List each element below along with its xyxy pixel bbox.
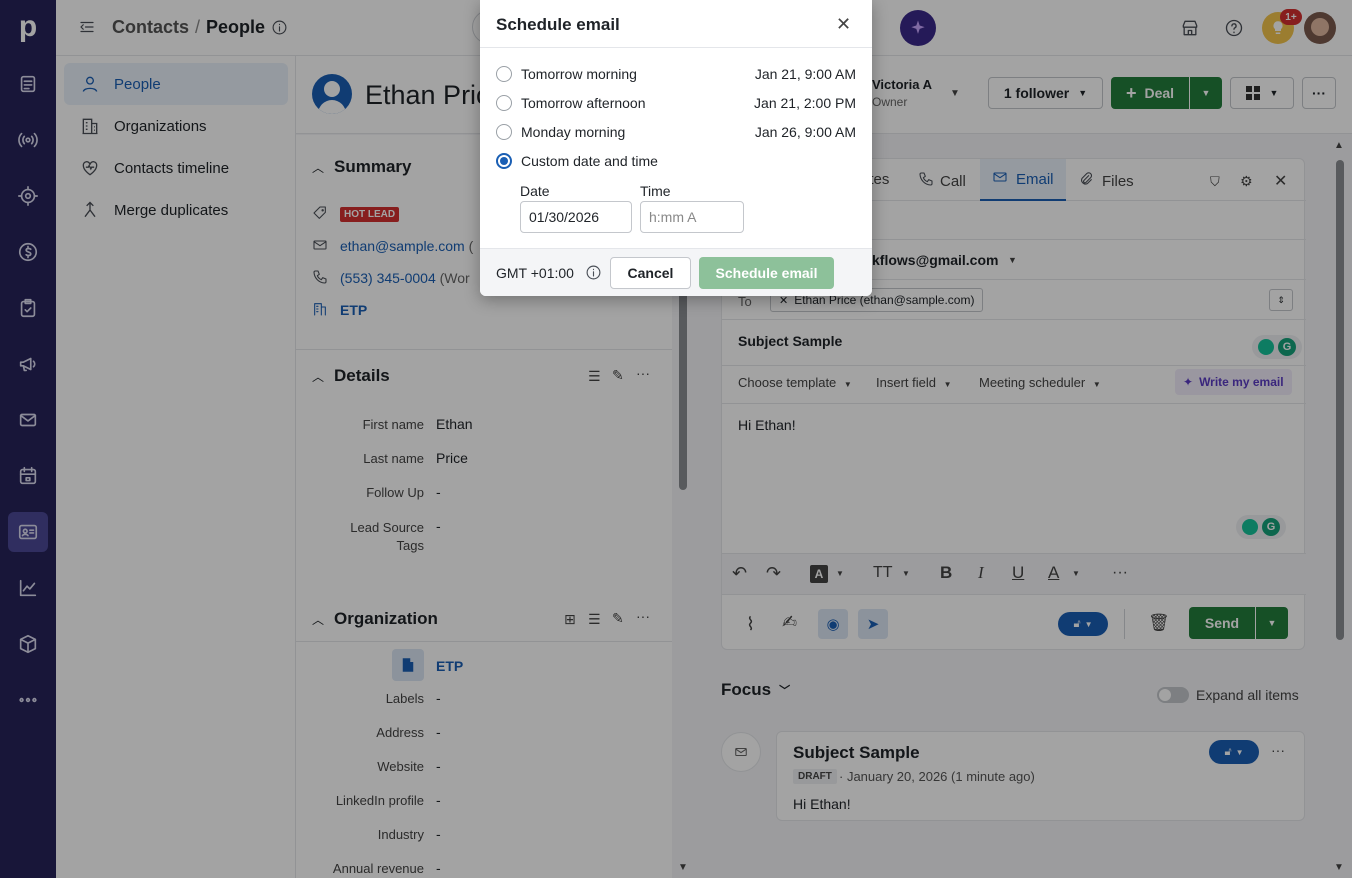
radio-button[interactable] xyxy=(496,95,512,111)
radio-button-selected[interactable] xyxy=(496,153,512,169)
option-date: Jan 26, 9:00 AM xyxy=(754,124,856,140)
time-label: Time xyxy=(640,183,671,199)
option-custom-date-time[interactable]: Custom date and time xyxy=(496,150,856,172)
radio-button[interactable] xyxy=(496,66,512,82)
divider xyxy=(480,47,872,48)
radio-button[interactable] xyxy=(496,124,512,140)
schedule-email-button[interactable]: Schedule email xyxy=(699,257,834,289)
schedule-email-dialog: Schedule email ✕ Tomorrow morning Jan 21,… xyxy=(480,0,872,296)
info-icon[interactable] xyxy=(585,264,602,286)
option-label: Custom date and time xyxy=(521,153,658,169)
option-label: Tomorrow morning xyxy=(521,66,637,82)
option-label: Monday morning xyxy=(521,124,626,140)
close-icon[interactable]: ✕ xyxy=(836,14,851,35)
time-input[interactable]: h:mm A xyxy=(640,201,744,233)
option-date: Jan 21, 9:00 AM xyxy=(754,66,856,82)
option-date: Jan 21, 2:00 PM xyxy=(754,95,856,111)
option-label: Tomorrow afternoon xyxy=(521,95,646,111)
option-tomorrow-morning[interactable]: Tomorrow morning Jan 21, 9:00 AM xyxy=(496,63,856,85)
dialog-title: Schedule email xyxy=(496,15,620,34)
option-tomorrow-afternoon[interactable]: Tomorrow afternoon Jan 21, 2:00 PM xyxy=(496,92,856,114)
option-monday-morning[interactable]: Monday morning Jan 26, 9:00 AM xyxy=(496,121,856,143)
cancel-button[interactable]: Cancel xyxy=(610,257,691,289)
date-label: Date xyxy=(520,183,550,199)
date-input[interactable]: 01/30/2026 xyxy=(520,201,632,233)
timezone-label: GMT +01:00 xyxy=(496,265,574,281)
